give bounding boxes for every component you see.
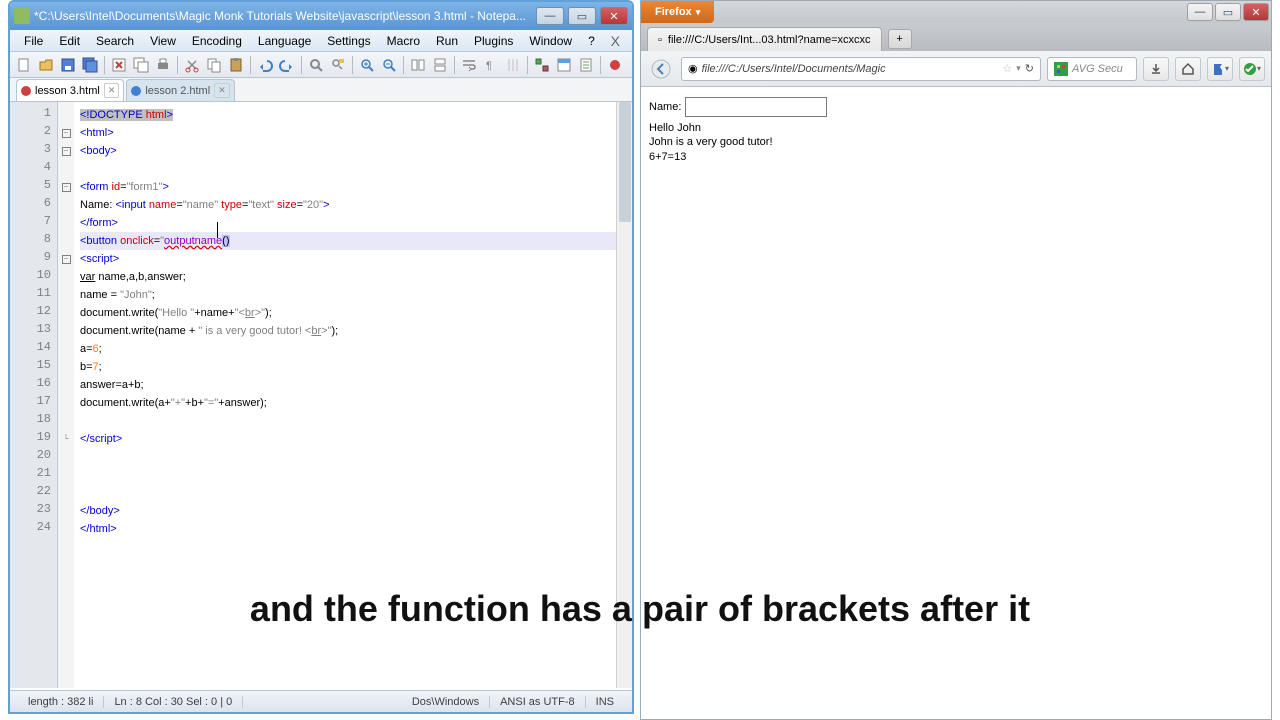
menu-macro[interactable]: Macro: [379, 32, 428, 50]
print-button[interactable]: [153, 55, 173, 75]
globe-icon: ◉: [688, 62, 698, 75]
indent-guide-button[interactable]: [503, 55, 523, 75]
svg-text:¶: ¶: [486, 60, 492, 72]
paste-button[interactable]: [226, 55, 246, 75]
firefox-menu-button[interactable]: Firefox ▾: [641, 1, 714, 23]
url-text: file:///C:/Users/Intel/Documents/Magic: [702, 63, 999, 75]
saved-indicator-icon: [131, 86, 141, 96]
output-line-3: 6+7=13: [649, 150, 1263, 164]
avg-dnt-button[interactable]: ▾: [1239, 57, 1265, 81]
menu-search[interactable]: Search: [88, 32, 142, 50]
avg-search-box[interactable]: AVG Secu: [1047, 57, 1137, 81]
menu-view[interactable]: View: [142, 32, 184, 50]
open-file-button[interactable]: [36, 55, 56, 75]
tab-close-1[interactable]: ✕: [104, 83, 120, 98]
home-button[interactable]: [1175, 57, 1201, 81]
record-macro-button[interactable]: [605, 55, 625, 75]
firefox-tab-bar: ▫ file:///C:/Users/Int...03.html?name=xc…: [641, 23, 1271, 51]
sync-h-button[interactable]: [430, 55, 450, 75]
notepad-titlebar[interactable]: *C:\Users\Intel\Documents\Magic Monk Tut…: [10, 2, 632, 30]
window-title: *C:\Users\Intel\Documents\Magic Monk Tut…: [34, 9, 532, 23]
browser-tab[interactable]: ▫ file:///C:/Users/Int...03.html?name=xc…: [647, 27, 882, 51]
tab-strip: lesson 3.html ✕ lesson 2.html ✕: [10, 78, 632, 102]
file-tab-2[interactable]: lesson 2.html ✕: [126, 79, 234, 101]
close-doc-button[interactable]: [109, 55, 129, 75]
status-length: length : 382 li: [18, 696, 104, 708]
video-caption: and the function has a pair of brackets …: [250, 588, 1030, 630]
firefox-toolbar: ◉ file:///C:/Users/Intel/Documents/Magic…: [641, 51, 1271, 87]
bookmark-star-icon[interactable]: ☆: [1002, 62, 1012, 75]
modified-indicator-icon: [21, 86, 31, 96]
url-bar[interactable]: ◉ file:///C:/Users/Intel/Documents/Magic…: [681, 57, 1041, 81]
chevron-down-icon: ▾: [696, 7, 701, 18]
name-label: Name:: [649, 100, 681, 114]
menu-run[interactable]: Run: [428, 32, 466, 50]
page-content: Name: Hello John John is a very good tut…: [641, 87, 1271, 174]
statusbar: length : 382 li Ln : 8 Col : 30 Sel : 0 …: [10, 690, 632, 712]
menu-window[interactable]: Window: [521, 32, 580, 50]
avg-placeholder: AVG Secu: [1072, 63, 1123, 75]
menu-edit[interactable]: Edit: [51, 32, 88, 50]
menubar: File Edit Search View Encoding Language …: [10, 30, 632, 52]
undo-button[interactable]: [255, 55, 275, 75]
close-all-button[interactable]: [131, 55, 151, 75]
text-cursor: [217, 222, 218, 238]
maximize-button[interactable]: ▭: [568, 7, 596, 25]
output-line-2: John is a very good tutor!: [649, 135, 1263, 149]
replace-button[interactable]: [328, 55, 348, 75]
back-button[interactable]: [647, 55, 675, 83]
menu-encoding[interactable]: Encoding: [184, 32, 250, 50]
menu-language[interactable]: Language: [250, 32, 319, 50]
folding-button[interactable]: [532, 55, 552, 75]
tab-close-2[interactable]: ✕: [214, 83, 230, 98]
zoom-in-button[interactable]: [357, 55, 377, 75]
tab-label-2: lesson 2.html: [145, 85, 210, 97]
status-encoding: ANSI as UTF-8: [490, 696, 586, 708]
tab-title: file:///C:/Users/Int...03.html?name=xcxc…: [668, 34, 871, 46]
menu-settings[interactable]: Settings: [319, 32, 378, 50]
find-button[interactable]: [306, 55, 326, 75]
doc-close-x[interactable]: X: [605, 33, 626, 49]
zoom-out-button[interactable]: [379, 55, 399, 75]
ff-close-button[interactable]: ✕: [1243, 3, 1269, 21]
reload-icon[interactable]: ↻: [1025, 62, 1034, 75]
output-line-1: Hello John: [649, 121, 1263, 135]
redo-button[interactable]: [277, 55, 297, 75]
toolbar: ¶: [10, 52, 632, 78]
page-icon: ▫: [658, 34, 662, 46]
name-input[interactable]: [685, 97, 827, 117]
line-number-gutter: 1234 5678 9101112 13141516 17181920 2122…: [10, 102, 58, 688]
bookmarks-button[interactable]: ▾: [1207, 57, 1233, 81]
save-button[interactable]: [58, 55, 78, 75]
wordwrap-button[interactable]: [459, 55, 479, 75]
file-tab-1[interactable]: lesson 3.html ✕: [16, 79, 124, 101]
notepad-app-icon: [14, 8, 30, 24]
minimize-button[interactable]: —: [536, 7, 564, 25]
menu-plugins[interactable]: Plugins: [466, 32, 521, 50]
ff-maximize-button[interactable]: ▭: [1215, 3, 1241, 21]
function-list-button[interactable]: [576, 55, 596, 75]
downloads-button[interactable]: [1143, 57, 1169, 81]
close-button[interactable]: ✕: [600, 7, 628, 25]
dropdown-icon[interactable]: ▾: [1016, 63, 1021, 74]
doc-map-button[interactable]: [554, 55, 574, 75]
tab-label-1: lesson 3.html: [35, 85, 100, 97]
fold-column[interactable]: − − − − └: [58, 102, 74, 688]
copy-button[interactable]: [204, 55, 224, 75]
ff-minimize-button[interactable]: —: [1187, 3, 1213, 21]
menu-help[interactable]: ?: [580, 32, 603, 50]
cut-button[interactable]: [182, 55, 202, 75]
firefox-titlebar[interactable]: Firefox ▾ — ▭ ✕: [641, 1, 1271, 23]
status-position: Ln : 8 Col : 30 Sel : 0 | 0: [104, 696, 243, 708]
menu-file[interactable]: File: [16, 32, 51, 50]
status-eol: Dos\Windows: [402, 696, 490, 708]
new-file-button[interactable]: [14, 55, 34, 75]
status-mode: INS: [586, 696, 624, 708]
show-all-chars-button[interactable]: ¶: [481, 55, 501, 75]
save-all-button[interactable]: [80, 55, 100, 75]
new-tab-button[interactable]: +: [888, 29, 912, 49]
avg-icon: [1054, 62, 1068, 76]
sync-v-button[interactable]: [408, 55, 428, 75]
